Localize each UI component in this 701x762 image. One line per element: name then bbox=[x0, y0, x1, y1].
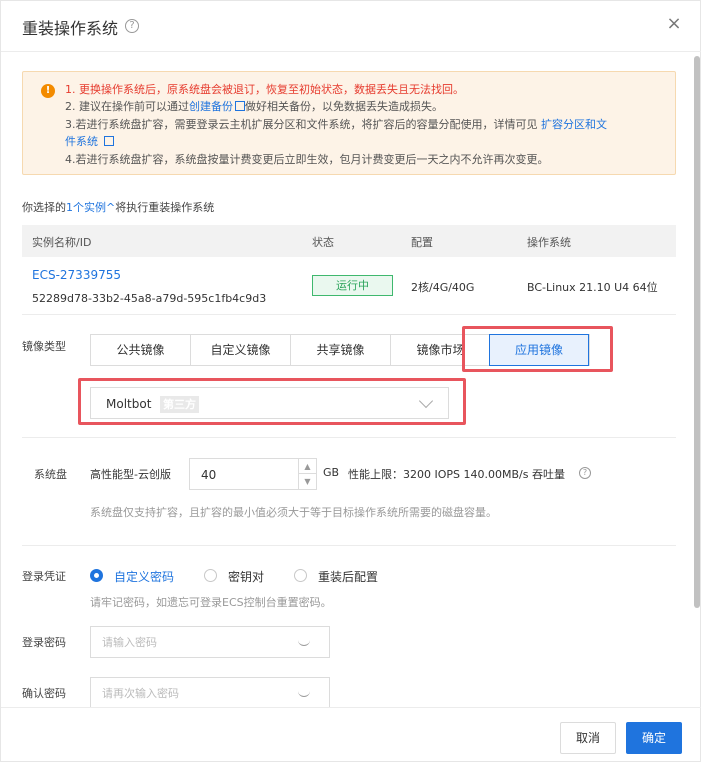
radio-configure-later[interactable] bbox=[294, 569, 307, 582]
status-badge: 运行中 bbox=[312, 275, 393, 296]
increment-icon[interactable]: ▲ bbox=[298, 459, 316, 474]
instance-name-link[interactable]: ECS-27339755 bbox=[32, 268, 121, 282]
warning-line-4: 4.若进行系统盘扩容，系统盘按量计费变更后立即生效，包月计费变更后一天之内不允许… bbox=[65, 153, 549, 166]
create-backup-link[interactable]: 创建备份 bbox=[189, 100, 233, 113]
close-icon[interactable]: × bbox=[665, 15, 683, 33]
tab-shared-image[interactable]: 共享镜像 bbox=[291, 335, 391, 365]
selection-prefix: 你选择的 bbox=[22, 201, 66, 214]
radio-label-custom-password[interactable]: 自定义密码 bbox=[114, 568, 174, 585]
confirm-password-input[interactable] bbox=[92, 679, 292, 707]
external-link-icon bbox=[103, 136, 114, 146]
tab-public-image[interactable]: 公共镜像 bbox=[91, 335, 191, 365]
reinstall-os-dialog: 重装操作系统 ? × ! 1. 更换操作系统后，原系统盘会被退订，恢复至初始状态… bbox=[0, 0, 701, 762]
instance-count-link[interactable]: 1个实例 bbox=[66, 201, 106, 214]
chevron-up-icon[interactable]: ^ bbox=[106, 201, 115, 214]
instance-table-header: 实例名称/ID 状态 配置 操作系统 bbox=[22, 225, 676, 257]
disk-hint: 系统盘仅支持扩容，且扩容的最小值必须大于等于目标操作系统所需要的磁盘容量。 bbox=[90, 506, 497, 519]
tab-custom-image[interactable]: 自定义镜像 bbox=[191, 335, 291, 365]
disk-size-stepper[interactable]: 40 ▲ ▼ bbox=[189, 458, 317, 490]
help-icon[interactable]: ? bbox=[125, 19, 139, 33]
warning-icon: ! bbox=[41, 84, 55, 98]
radio-custom-password[interactable] bbox=[90, 569, 103, 582]
password-field bbox=[90, 626, 330, 658]
confirm-password-label: 确认密码 bbox=[22, 687, 66, 700]
system-disk-label: 系统盘 bbox=[34, 468, 67, 481]
column-header-status: 状态 bbox=[312, 236, 334, 249]
external-link-icon bbox=[235, 101, 245, 111]
table-row: ECS-27339755 52289d78-33b2-45a8-a79d-595… bbox=[22, 257, 676, 315]
section-divider bbox=[22, 437, 676, 438]
section-divider bbox=[22, 545, 676, 546]
scrollbar[interactable] bbox=[694, 56, 700, 608]
disk-unit: GB bbox=[323, 466, 340, 479]
radio-label-key-pair[interactable]: 密钥对 bbox=[228, 568, 264, 585]
expand-partition-link-part-a[interactable]: 扩容分区和文 bbox=[541, 118, 607, 131]
instance-id: 52289d78-33b2-45a8-a79d-595c1fb4c9d3 bbox=[32, 292, 267, 305]
warning-line-2-suffix: 做好相关备份，以免数据丢失造成损失。 bbox=[245, 100, 443, 113]
dialog-header: 重装操作系统 ? × bbox=[1, 1, 701, 51]
radio-label-configure-later[interactable]: 重装后配置 bbox=[318, 568, 378, 585]
highlight-box-select bbox=[78, 378, 466, 425]
warning-box: ! 1. 更换操作系统后，原系统盘会被退订，恢复至初始状态，数据丢失且无法找回。… bbox=[22, 71, 676, 175]
instance-config: 2核/4G/40G bbox=[411, 281, 475, 294]
login-hint: 请牢记密码，如遗忘可登录ECS控制台重置密码。 bbox=[90, 596, 332, 609]
disk-size-value: 40 bbox=[201, 468, 217, 482]
disk-performance: 性能上限：3200 IOPS 140.00MB/s 吞吐量 bbox=[348, 468, 565, 481]
confirm-password-field bbox=[90, 677, 330, 707]
column-header-config: 配置 bbox=[411, 236, 433, 249]
login-credential-label: 登录凭证 bbox=[22, 570, 66, 583]
dialog-body: ! 1. 更换操作系统后，原系统盘会被退订，恢复至初始状态，数据丢失且无法找回。… bbox=[1, 52, 701, 707]
warning-line-1: 1. 更换操作系统后，原系统盘会被退订，恢复至初始状态，数据丢失且无法找回。 bbox=[65, 83, 464, 96]
cancel-button[interactable]: 取消 bbox=[560, 722, 616, 754]
image-type-label: 镜像类型 bbox=[22, 340, 66, 353]
eye-closed-icon[interactable] bbox=[298, 691, 310, 697]
dialog-title: 重装操作系统 bbox=[22, 19, 119, 38]
warning-line-3b: 件系统 bbox=[65, 133, 114, 150]
selection-summary: 你选择的1个实例^将执行重装操作系统 bbox=[22, 199, 214, 215]
eye-closed-icon[interactable] bbox=[298, 640, 310, 646]
warning-line-2-prefix: 2. 建议在操作前可以通过 bbox=[65, 100, 189, 113]
column-header-os: 操作系统 bbox=[527, 236, 571, 249]
decrement-icon[interactable]: ▼ bbox=[298, 474, 316, 489]
highlight-box-tab bbox=[462, 326, 613, 372]
footer-divider bbox=[1, 707, 701, 708]
instance-os: BC-Linux 21.10 U4 64位 bbox=[527, 281, 658, 294]
expand-partition-link-part-b[interactable]: 件系统 bbox=[65, 135, 98, 148]
warning-line-2: 2. 建议在操作前可以通过创建备份 做好相关备份，以免数据丢失造成损失。 bbox=[65, 98, 443, 115]
warning-line-3: 3.若进行系统盘扩容，需要登录云主机扩展分区和文件系统，将扩容后的容量分配使用，… bbox=[65, 116, 607, 133]
password-label: 登录密码 bbox=[22, 636, 66, 649]
column-header-name: 实例名称/ID bbox=[32, 236, 92, 249]
radio-key-pair[interactable] bbox=[204, 569, 217, 582]
password-input[interactable] bbox=[92, 628, 292, 656]
confirm-button[interactable]: 确定 bbox=[626, 722, 682, 754]
help-icon[interactable]: ? bbox=[579, 467, 591, 479]
selection-suffix: 将执行重装操作系统 bbox=[115, 201, 215, 214]
warning-line-3-prefix: 3.若进行系统盘扩容，需要登录云主机扩展分区和文件系统，将扩容后的容量分配使用，… bbox=[65, 118, 538, 131]
disk-type: 高性能型-云创版 bbox=[90, 468, 171, 481]
